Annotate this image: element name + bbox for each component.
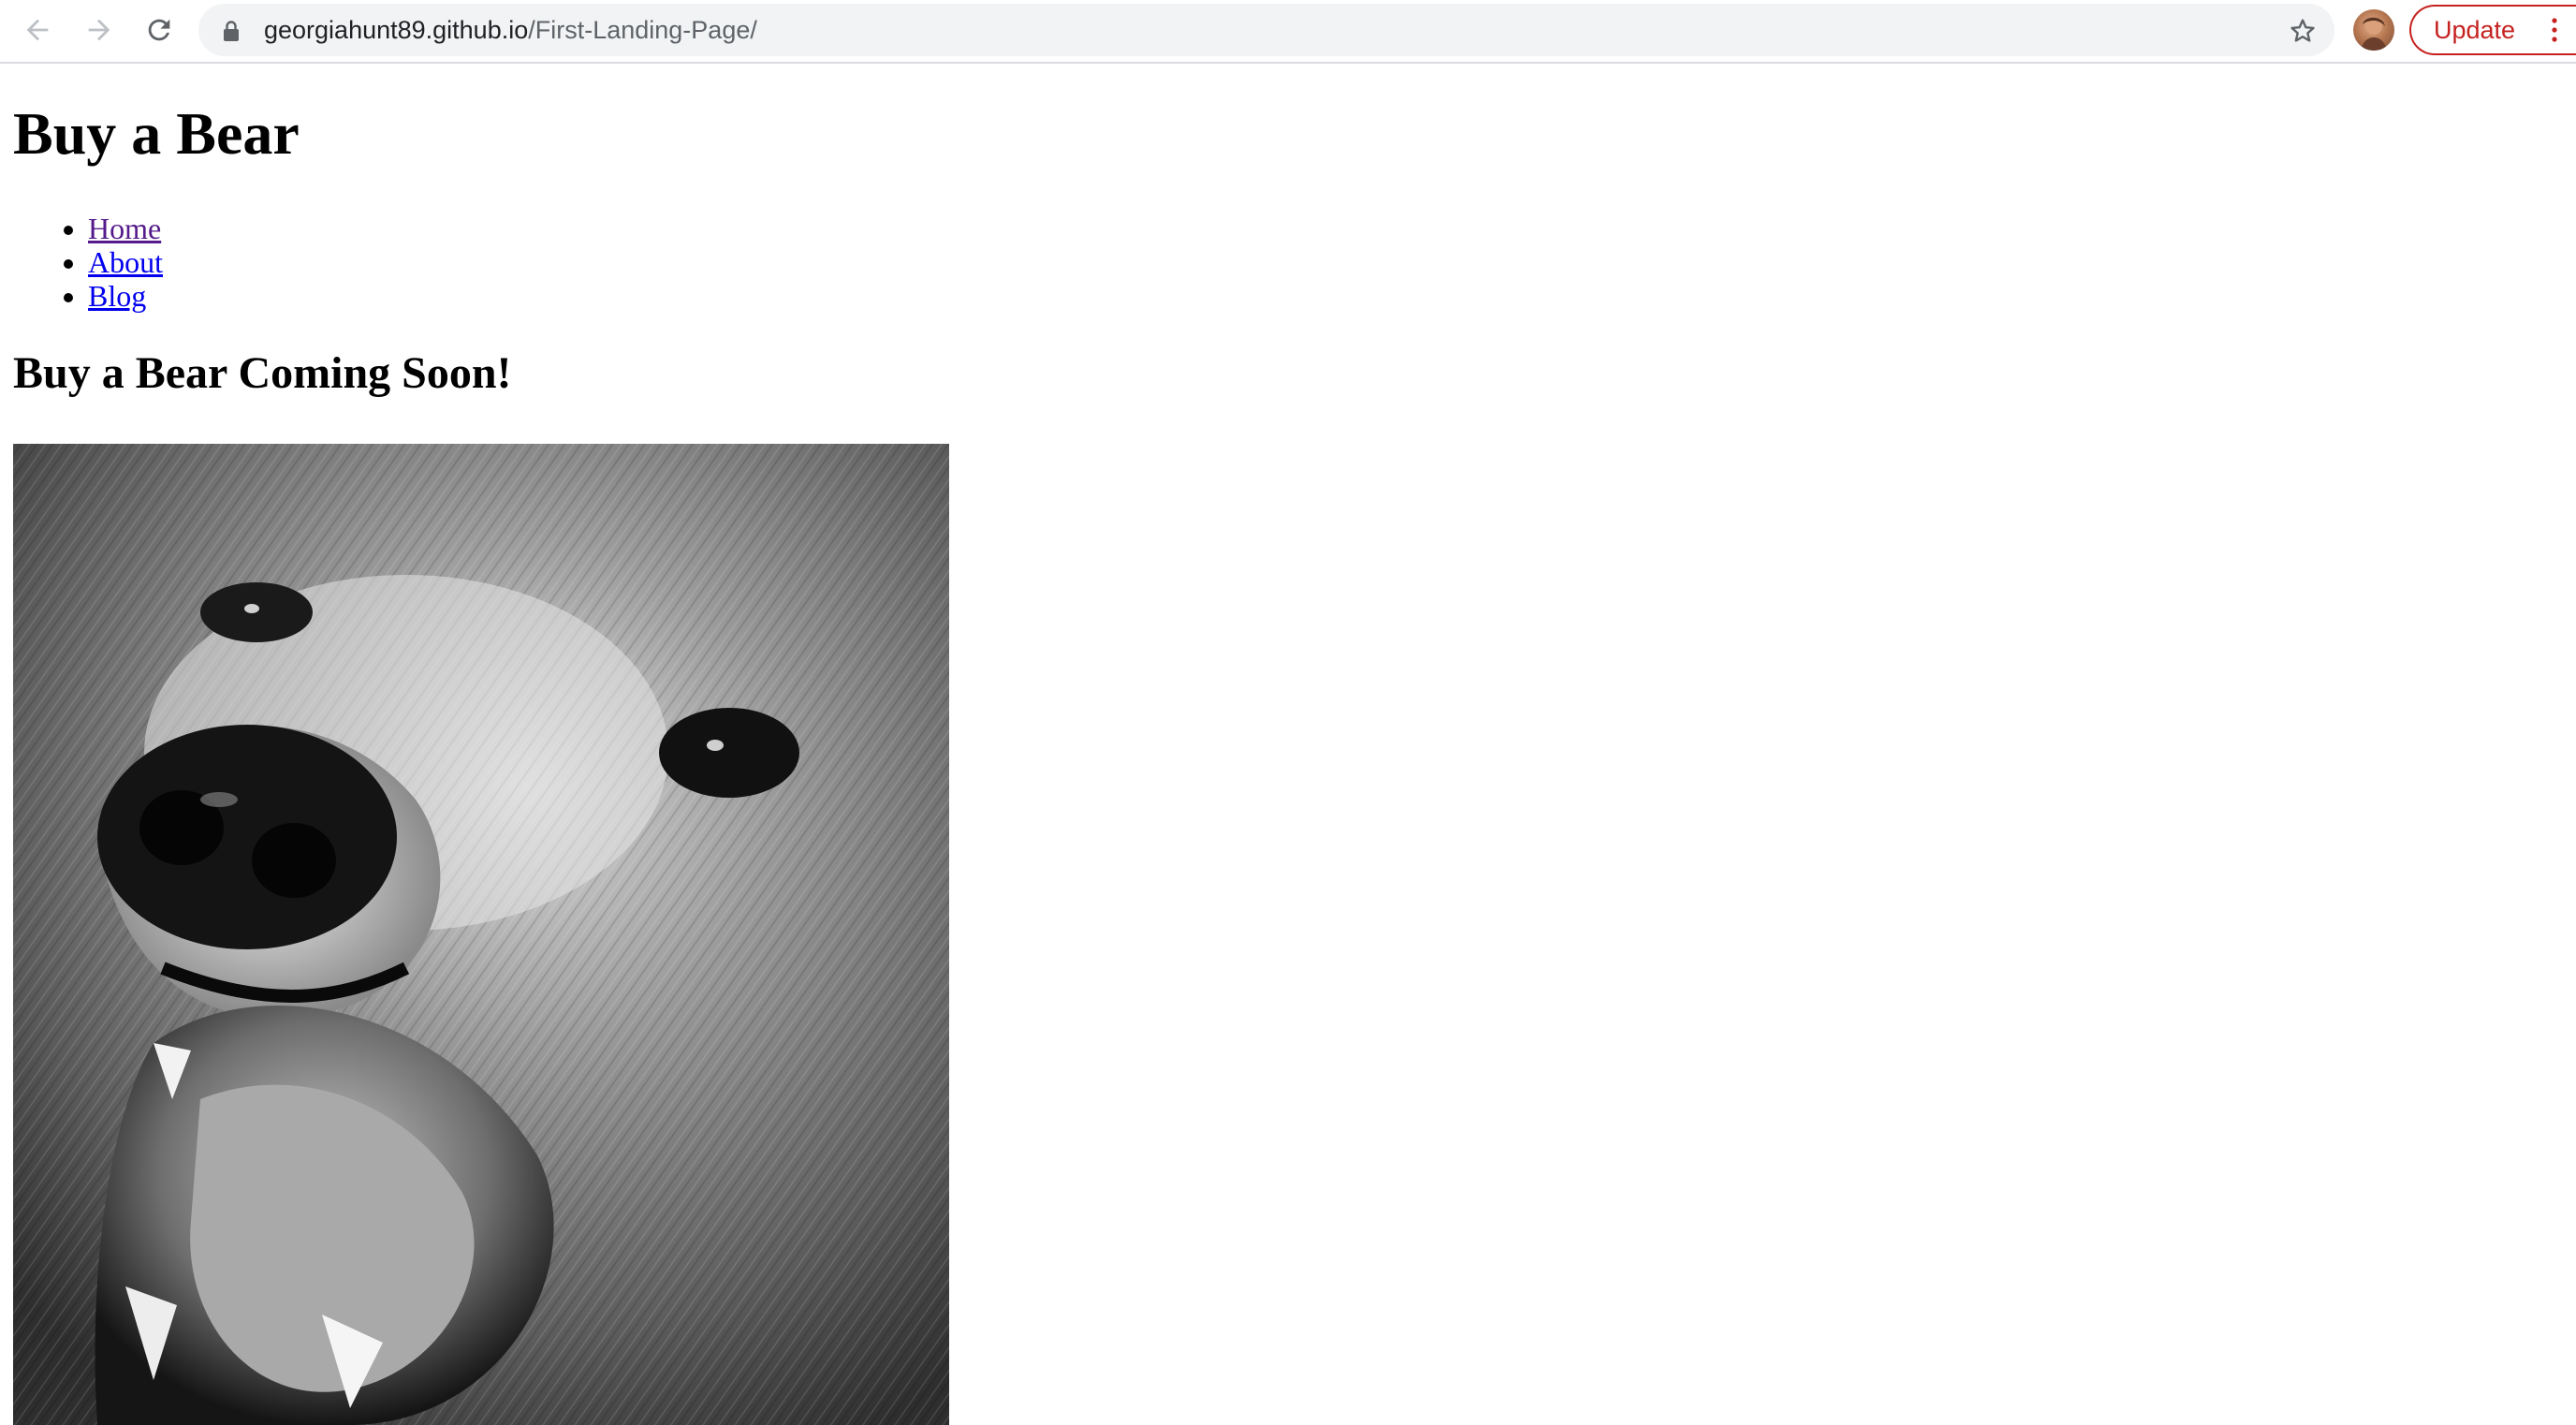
bear-image bbox=[13, 444, 949, 1425]
forward-button[interactable] bbox=[79, 9, 120, 51]
arrow-left-icon bbox=[26, 19, 49, 41]
update-label: Update bbox=[2434, 16, 2516, 44]
url-text: georgiahunt89.github.io/First-Landing-Pa… bbox=[264, 4, 757, 56]
reload-button[interactable] bbox=[139, 9, 180, 51]
profile-avatar[interactable] bbox=[2353, 9, 2394, 51]
coming-soon-heading: Buy a Bear Coming Soon! bbox=[13, 348, 512, 398]
nav-list: Home About Blog bbox=[13, 212, 163, 313]
url-host: georgiahunt89.github.io bbox=[264, 16, 529, 44]
nav-item-home: Home bbox=[88, 212, 163, 245]
back-button[interactable] bbox=[17, 9, 58, 51]
nav-item-about: About bbox=[88, 245, 163, 279]
lock-icon bbox=[224, 21, 239, 41]
reload-icon bbox=[148, 19, 170, 41]
nav-item-blog: Blog bbox=[88, 279, 163, 313]
address-bar[interactable]: georgiahunt89.github.io/First-Landing-Pa… bbox=[198, 4, 2334, 56]
bear-photo bbox=[13, 444, 949, 1425]
star-icon[interactable] bbox=[2288, 16, 2318, 46]
nav-link-about[interactable]: About bbox=[88, 245, 163, 279]
arrow-right-icon bbox=[88, 19, 110, 41]
nav-link-blog[interactable]: Blog bbox=[88, 279, 146, 313]
avatar-icon bbox=[2361, 17, 2387, 51]
browser-toolbar: georgiahunt89.github.io/First-Landing-Pa… bbox=[0, 0, 2576, 64]
page-title: Buy a Bear bbox=[13, 100, 300, 167]
page-content: Buy a Bear Home About Blog Buy a Bear Co… bbox=[0, 66, 2576, 1425]
nav-link-home[interactable]: Home bbox=[88, 212, 161, 245]
kebab-menu-icon[interactable] bbox=[2552, 18, 2557, 42]
update-button[interactable]: Update bbox=[2409, 5, 2576, 55]
url-path: /First-Landing-Page/ bbox=[528, 16, 757, 44]
